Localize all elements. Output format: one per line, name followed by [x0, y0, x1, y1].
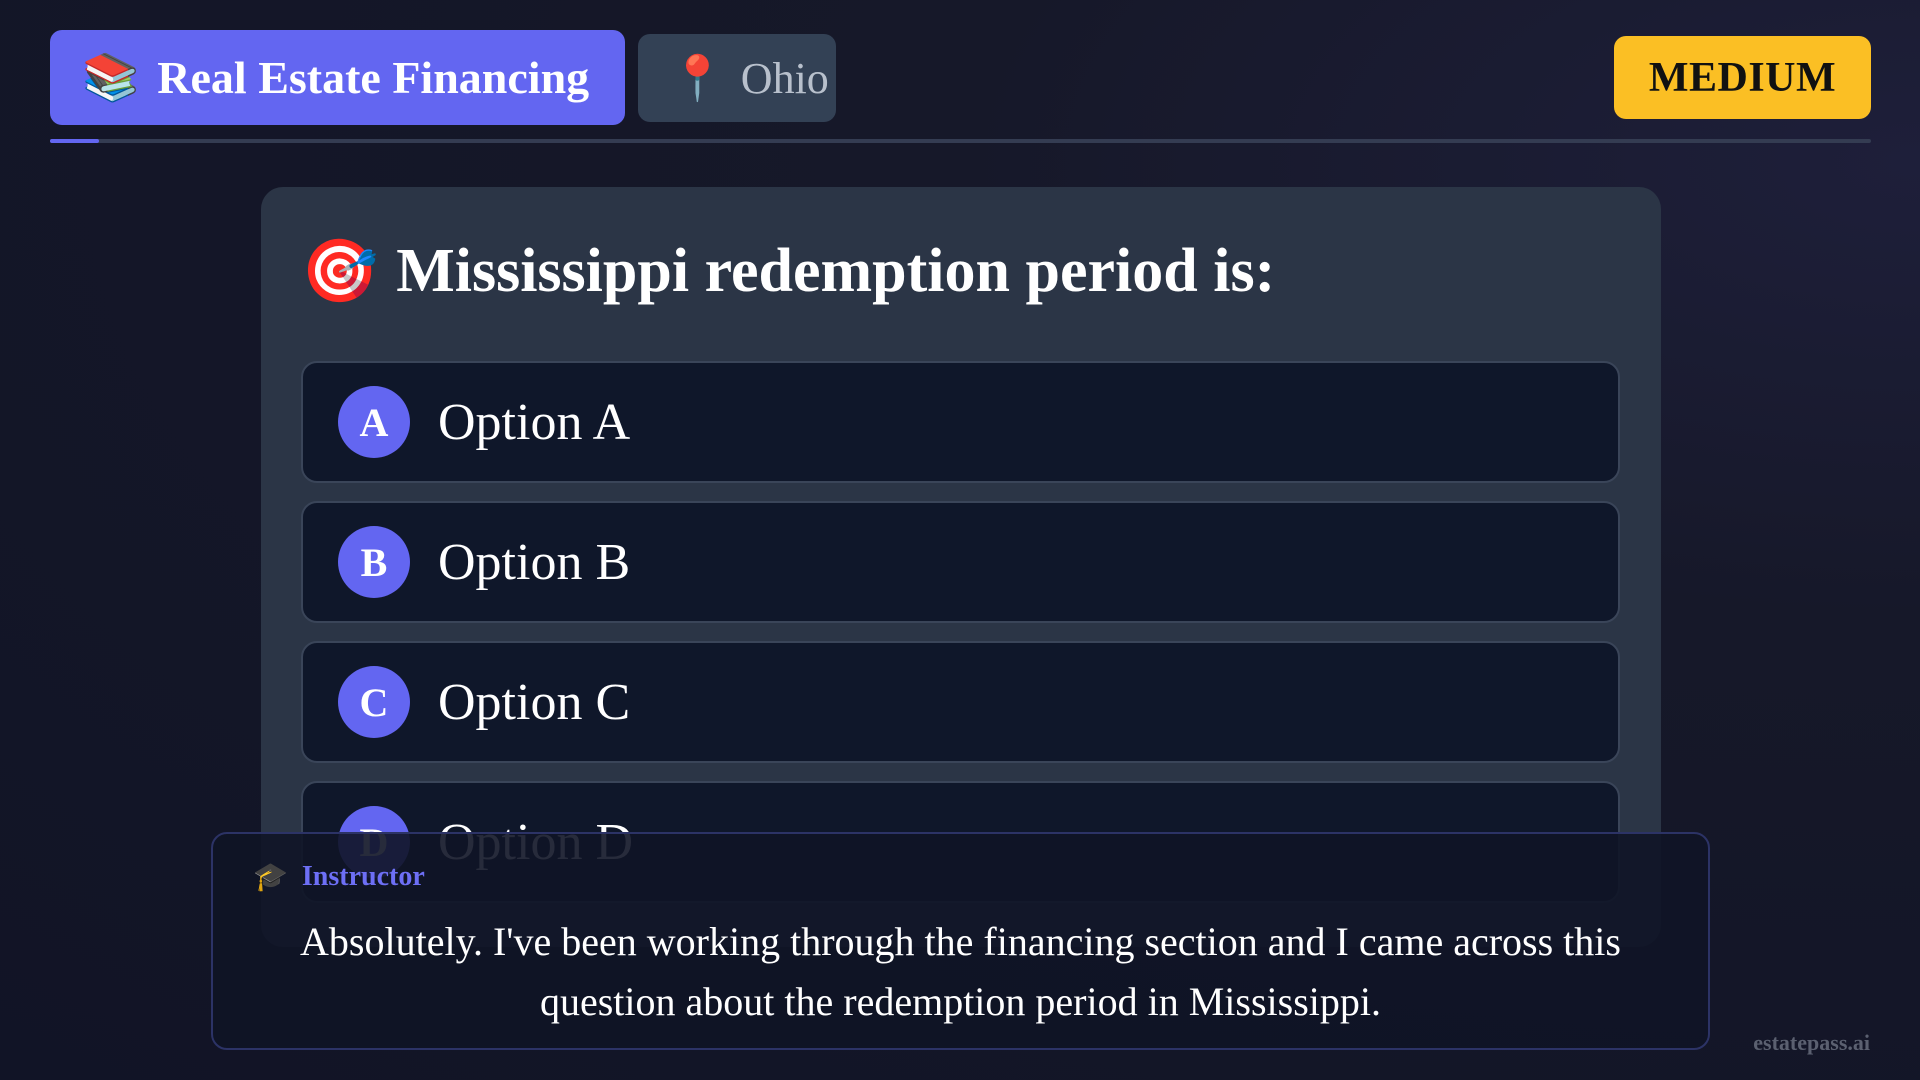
difficulty-badge: MEDIUM [1614, 36, 1871, 119]
option-letter-c: C [338, 666, 410, 738]
option-text-c: Option C [438, 673, 631, 731]
state-pill[interactable]: 📍 Ohio [638, 34, 836, 122]
progress-bar [50, 139, 1871, 143]
topic-pill[interactable]: 📚 Real Estate Financing [50, 30, 625, 125]
books-icon: 📚 [82, 51, 140, 103]
target-icon: 🎯 [301, 238, 379, 306]
option-letter-b: B [338, 526, 410, 598]
option-a[interactable]: A Option A [301, 361, 1620, 483]
speaker-name: Instructor [301, 861, 425, 892]
watermark: estatepass.ai [1753, 1030, 1870, 1055]
topic-label: Real Estate Financing [157, 52, 590, 103]
state-label: Ohio [740, 53, 829, 103]
caption-box: 🎓 Instructor Absolutely. I've been worki… [211, 832, 1710, 1050]
caption-text: Absolutely. I've been working through th… [300, 919, 1621, 1024]
caption-speaker: 🎓 Instructor [253, 860, 425, 894]
question-title: 🎯 Mississippi redemption period is: [301, 235, 1621, 308]
option-b[interactable]: B Option B [301, 501, 1620, 623]
option-text-a: Option A [438, 393, 631, 451]
pushpin-icon: 📍 [670, 54, 725, 103]
option-text-b: Option B [438, 533, 631, 591]
progress-fill [50, 139, 100, 143]
option-c[interactable]: C Option C [301, 641, 1620, 763]
graduation-cap-icon: 🎓 [253, 862, 288, 893]
option-letter-a: A [338, 386, 410, 458]
question-text: Mississippi redemption period is: [396, 237, 1276, 305]
